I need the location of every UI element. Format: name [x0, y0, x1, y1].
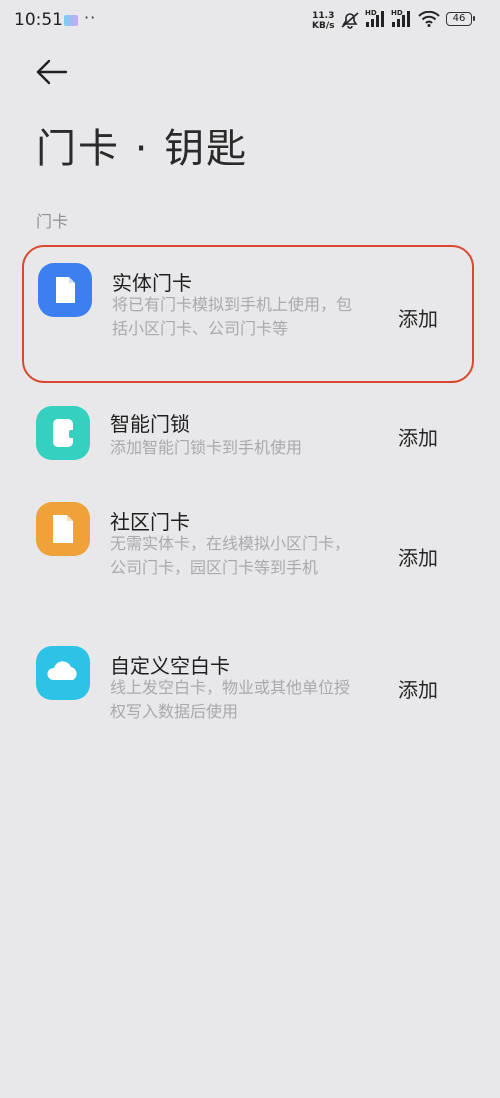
section-label: 门卡 — [36, 212, 69, 231]
add-button[interactable]: 添加 — [398, 542, 438, 571]
add-button[interactable]: 添加 — [398, 422, 438, 451]
network-speed: 11.3 KB/s — [312, 11, 334, 31]
card-physical-door-card[interactable]: 实体门卡 将已有门卡模拟到手机上使用，包括小区门卡、公司门卡等 添加 — [22, 245, 474, 383]
add-button[interactable]: 添加 — [398, 303, 438, 332]
community-card-icon — [36, 502, 90, 556]
card-description: 将已有门卡模拟到手机上使用，包括小区门卡、公司门卡等 — [112, 295, 353, 338]
status-time: 10:51 — [14, 10, 63, 30]
card-icon — [38, 263, 92, 317]
card-community-card[interactable]: 社区门卡 无需实体卡，在线模拟小区门卡，公司门卡，园区门卡等到手机 添加 — [22, 492, 474, 612]
page-title: 门卡 · 钥匙 — [36, 126, 249, 172]
more-notifications-icon: ·· — [84, 8, 97, 27]
card-custom-blank-card[interactable]: 自定义空白卡 线上发空白卡，物业或其他单位授权写入数据后使用 添加 — [22, 636, 474, 736]
signal-strength-icon — [366, 11, 384, 27]
lock-icon — [36, 406, 90, 460]
card-title: 社区门卡 — [110, 510, 190, 534]
app-notification-icon — [64, 15, 78, 26]
signal-strength-icon-2 — [392, 11, 410, 27]
network-speed-value: 11.3 — [312, 11, 335, 21]
card-title: 智能门锁 — [110, 412, 190, 436]
network-speed-unit: KB/s — [312, 21, 335, 31]
add-button[interactable]: 添加 — [398, 674, 438, 703]
status-bar: 10:51 ·· 11.3 KB/s HD HD 46 — [0, 0, 500, 44]
card-description: 无需实体卡，在线模拟小区门卡，公司门卡，园区门卡等到手机 — [110, 534, 351, 577]
card-title: 自定义空白卡 — [110, 654, 230, 678]
arrow-left-icon[interactable] — [34, 56, 70, 88]
card-description: 添加智能门锁卡到手机使用 — [110, 438, 303, 457]
card-smart-lock[interactable]: 智能门锁 添加智能门锁卡到手机使用 添加 — [22, 392, 474, 482]
mute-icon — [341, 12, 359, 29]
wifi-icon — [418, 11, 440, 27]
battery-indicator: 46 — [446, 12, 475, 26]
cloud-icon — [36, 646, 90, 700]
card-title: 实体门卡 — [112, 271, 192, 295]
card-description: 线上发空白卡，物业或其他单位授权写入数据后使用 — [110, 678, 351, 721]
